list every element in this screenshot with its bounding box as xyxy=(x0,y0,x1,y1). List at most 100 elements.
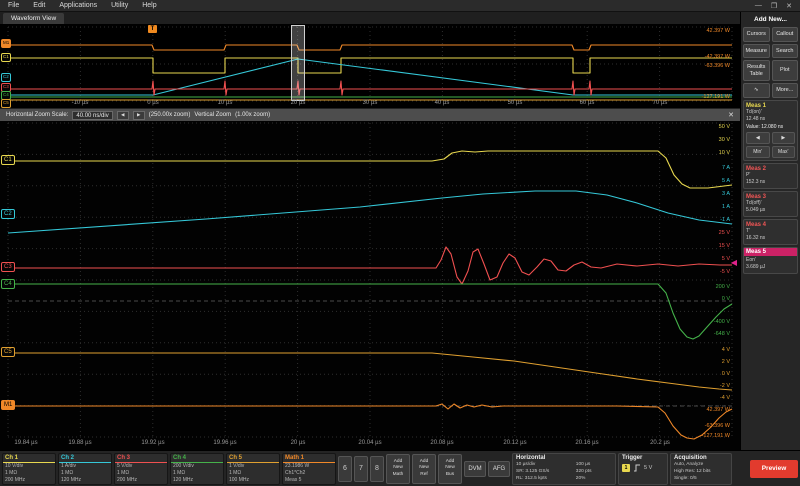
menu-file[interactable]: File xyxy=(8,2,19,9)
meas-5-badge[interactable]: Meas 5 Eon' 3.689 µJ xyxy=(743,247,798,274)
results-table-button[interactable]: Results Table xyxy=(743,60,770,81)
trace-ch1-gate[interactable] xyxy=(8,58,732,73)
horizontal-sample-rate: SR: 3.125 GS/s xyxy=(516,468,570,475)
tab-bar: Waveform View xyxy=(0,12,740,25)
overview-strip[interactable]: T -10 µs0 µs10 µs20 µs30 µs40 µs50 µs60 … xyxy=(0,25,740,109)
ch2-badge[interactable]: Ch 2 1 A/div 1 MΩ 120 MHz xyxy=(58,453,112,485)
tab-waveform-view[interactable]: Waveform View xyxy=(3,13,64,24)
meas-4-badge[interactable]: Meas 4 T' 16.32 ns xyxy=(743,219,798,245)
meas-min-button[interactable]: Min' xyxy=(746,146,770,158)
meas-max-button[interactable]: Max' xyxy=(772,146,796,158)
ch1-scale: 10 V/div xyxy=(3,463,55,470)
preview-button[interactable]: Preview xyxy=(750,460,798,478)
overview-time-label: 50 µs xyxy=(508,100,523,106)
zoomed-waveform-view[interactable]: ◀ 19.84 µs19.88 µs19.92 µs19.96 µs20 µs2… xyxy=(0,121,740,450)
ch6-button[interactable]: 6 xyxy=(338,456,352,482)
maximize-icon[interactable]: ❐ xyxy=(771,2,777,10)
ch7-button[interactable]: 7 xyxy=(354,456,368,482)
rising-edge-icon xyxy=(633,464,641,472)
trigger-badge[interactable]: Trigger 1 5 V xyxy=(618,453,668,485)
horizontal-values: 10 µs/div 100 µs SR: 3.125 GS/s 320 pts … xyxy=(516,461,612,483)
meas-5-line2: 3.689 µJ xyxy=(746,264,795,271)
grid xyxy=(8,27,732,101)
oscilloscope-app: File Edit Applications Utility Help — ❐ … xyxy=(0,0,800,486)
horizontal-badge[interactable]: Horizontal 10 µs/div 100 µs SR: 3.125 GS… xyxy=(512,453,616,485)
channel-handle-c1[interactable]: C1 xyxy=(1,53,11,62)
overview-time-label: 30 µs xyxy=(363,100,378,106)
meas-2-badge[interactable]: Meas 2 P' 152.3 ns xyxy=(743,163,798,189)
close-icon[interactable]: ✕ xyxy=(786,2,792,10)
search-button[interactable]: Search xyxy=(772,44,799,59)
channel-handle-c5[interactable]: C5 xyxy=(1,347,15,357)
add-new-ref-button[interactable]: Add New Ref xyxy=(412,454,436,484)
add-math-l3: Math xyxy=(387,472,409,478)
channel-handle-c5[interactable]: C5 xyxy=(1,99,11,108)
horizontal-scale: 10 µs/div xyxy=(516,461,570,468)
measure-button[interactable]: Measure xyxy=(743,44,770,59)
overview-waveforms xyxy=(0,25,740,109)
trace-math1[interactable] xyxy=(8,404,732,439)
callout-button[interactable]: Callout xyxy=(772,27,799,42)
ch3-badge[interactable]: Ch 3 5 V/div 1 MΩ 200 MHz xyxy=(114,453,168,485)
zoom-time-label: 20.04 µs xyxy=(358,440,381,446)
vertical-zoom-factor: (1.00x zoom) xyxy=(235,112,270,118)
zoom-scale-label: 0 V xyxy=(722,297,730,303)
zoom-scale-increase-button[interactable]: ▶ xyxy=(133,111,145,120)
ch5-badge[interactable]: Ch 5 1 V/div 1 MΩ 100 MHz xyxy=(226,453,280,485)
dvm-button[interactable]: DVM xyxy=(464,461,486,477)
zoom-scale-decrease-button[interactable]: ◀ xyxy=(117,111,129,120)
meas-1-line2: 12.48 ns xyxy=(746,116,795,123)
add-new-math-button[interactable]: Add New Math xyxy=(386,454,410,484)
menu-bar: File Edit Applications Utility Help — ❐ … xyxy=(0,0,800,12)
channel-handle-c4[interactable]: C4 xyxy=(1,279,15,289)
math1-badge[interactable]: Math 1 23.1986 W Ch1*Ch2 Meas 5 xyxy=(282,453,336,485)
zoom-scale-label: 4 V xyxy=(722,348,730,354)
acquisition-resolution: High Res: 12 bits xyxy=(674,468,728,475)
overview-scale-label: -127.191 W xyxy=(702,95,730,101)
trace-ch1[interactable] xyxy=(8,151,732,188)
zoom-scale-label: -2 V xyxy=(720,384,730,390)
menu-help[interactable]: Help xyxy=(142,2,156,9)
ch1-badge[interactable]: Ch 1 10 V/div 1 MΩ 200 MHz xyxy=(2,453,56,485)
meas-3-badge[interactable]: Meas 3 Td(off)' 5.049 µs xyxy=(743,191,798,217)
ch2-impedance: 1 MΩ xyxy=(59,470,111,477)
acquisition-single: Single: 0/5 xyxy=(674,475,728,482)
ch4-scale: 200 V/div xyxy=(171,463,223,470)
add-new-bus-button[interactable]: Add New Bus xyxy=(438,454,462,484)
meas-next-button[interactable]: ▶ xyxy=(772,132,796,144)
minimize-icon[interactable]: — xyxy=(755,2,762,10)
ch5-label: Ch 5 xyxy=(227,454,279,463)
ch4-label: Ch 4 xyxy=(171,454,223,463)
ch1-bandwidth: 200 MHz xyxy=(3,477,55,484)
channel-handle-c3[interactable]: C3 xyxy=(1,262,15,272)
trace-ch3[interactable] xyxy=(8,247,732,284)
ch8-button[interactable]: 8 xyxy=(370,456,384,482)
window-controls: — ❐ ✕ xyxy=(755,2,792,10)
meas-prev-button[interactable]: ◀ xyxy=(746,132,770,144)
waveform-badge-button[interactable]: ∿ xyxy=(743,83,770,98)
channel-handle-c2[interactable]: C2 xyxy=(1,209,15,219)
plot-button[interactable]: Plot xyxy=(772,60,799,81)
zoom-window-indicator[interactable] xyxy=(291,25,305,101)
more-button[interactable]: More... xyxy=(772,83,799,98)
zoom-scale-label: 10 V xyxy=(719,151,730,157)
channel-handle-m1[interactable]: M1 xyxy=(1,400,15,410)
menu-utility[interactable]: Utility xyxy=(111,2,128,9)
channel-handle-c1[interactable]: C1 xyxy=(1,155,15,165)
zoom-factor-readout: (250.00x zoom) xyxy=(149,112,191,118)
trigger-position-flag[interactable]: T xyxy=(148,25,157,33)
ch4-badge[interactable]: Ch 4 200 V/div 1 MΩ 120 MHz xyxy=(170,453,224,485)
menu-applications[interactable]: Applications xyxy=(59,2,97,9)
trigger-level-marker[interactable]: ◀ xyxy=(731,259,737,267)
meas-1-badge[interactable]: Meas 1 Td(on)' 12.48 ns Value: 12.080 ns… xyxy=(743,100,798,161)
afg-button[interactable]: AFG xyxy=(488,461,510,477)
channel-handle-c2[interactable]: C2 xyxy=(1,73,11,82)
channel-handle-m1[interactable]: M1 xyxy=(1,39,11,48)
cursors-button[interactable]: Cursors xyxy=(743,27,770,42)
menu-edit[interactable]: Edit xyxy=(33,2,45,9)
right-sidebar: Add New... Cursors Callout Measure Searc… xyxy=(740,12,800,450)
zoom-time-label: 19.88 µs xyxy=(68,440,91,446)
zoom-close-icon[interactable]: ✕ xyxy=(728,111,734,119)
acquisition-badge[interactable]: Acquisition Auto, Analyze High Res: 12 b… xyxy=(670,453,732,485)
zoom-scale-value[interactable]: 40.00 ns/div xyxy=(72,111,112,120)
